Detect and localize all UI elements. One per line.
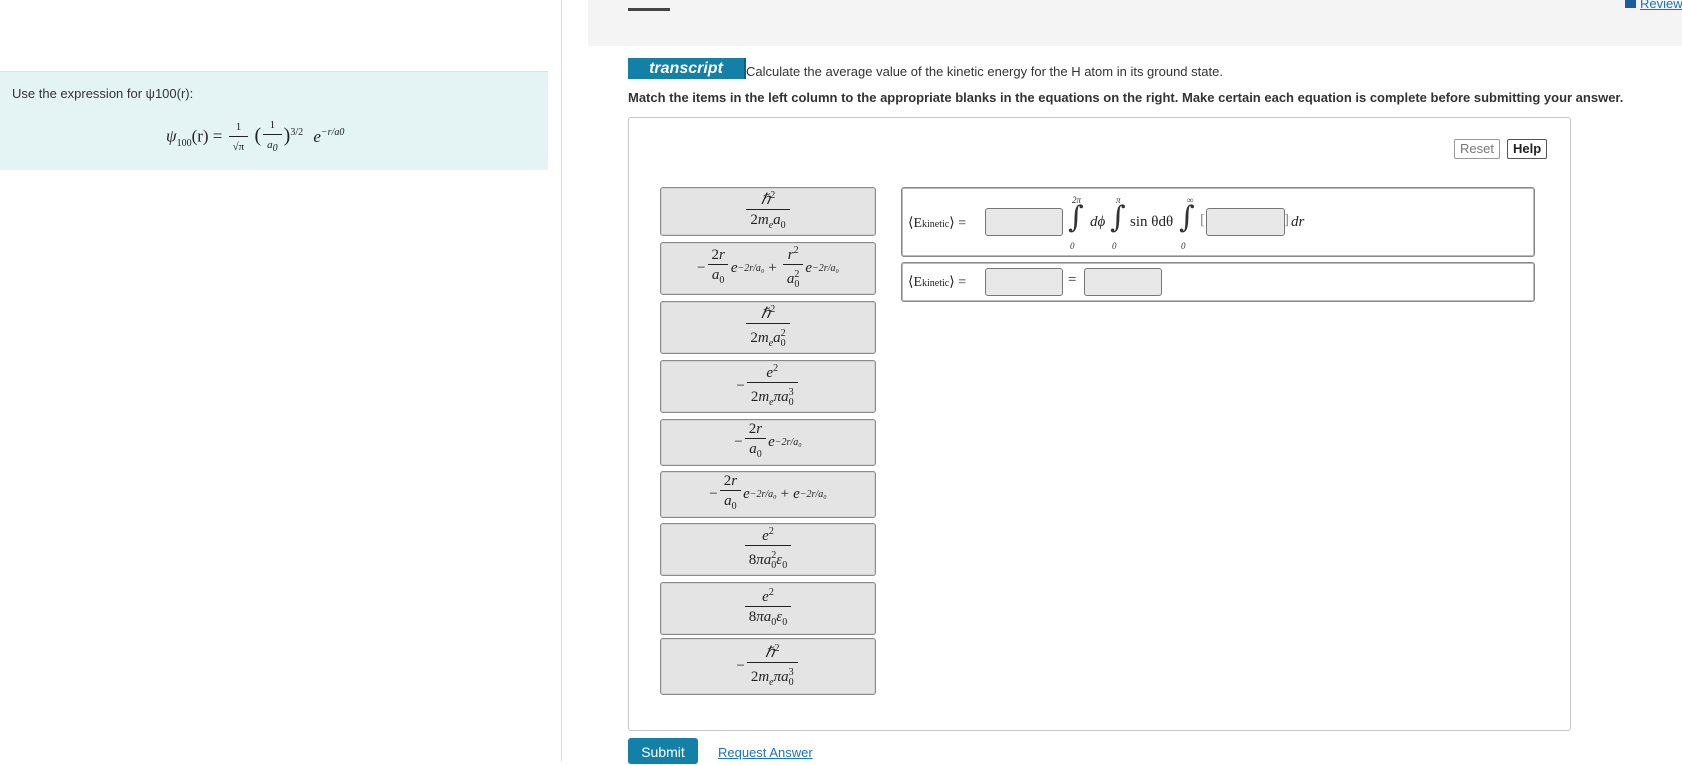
review-link[interactable]: Review: [1625, 0, 1682, 11]
drop-target-1[interactable]: [985, 208, 1063, 236]
hint-text: Use the expression for ψ100(r):: [12, 86, 194, 101]
help-button[interactable]: Help: [1507, 139, 1548, 159]
drop-target-4[interactable]: [1084, 268, 1162, 296]
answer-tile[interactable]: e2 8πa02ε0: [660, 523, 876, 576]
kinetic-energy-label: ⟨Ekinetic⟩ =: [908, 216, 967, 231]
request-answer-link[interactable]: Request Answer: [718, 745, 813, 760]
d-phi: dϕ: [1090, 214, 1106, 230]
integral-sign: ∫: [1068, 200, 1084, 235]
bracket-open: [: [1200, 212, 1205, 228]
answer-tile[interactable]: ℏ2 2mea02: [660, 301, 876, 354]
answer-tile[interactable]: −2r a0 e −2r/a₀ + e −2r/a₀: [660, 471, 876, 518]
equation-row-2: ⟨Ekinetic⟩ = =: [901, 262, 1535, 302]
answer-tile[interactable]: − e2 2meπa03: [660, 360, 876, 413]
equation-row-1: ⟨Ekinetic⟩ = 2π ∫ 0 dϕ π ∫ 0 sin θdθ ∞ ∫…: [901, 187, 1535, 257]
answer-tile[interactable]: − ℏ2 2meπa03: [660, 638, 876, 695]
reset-button[interactable]: Reset: [1454, 139, 1500, 159]
integral-sign: ∫: [1110, 200, 1126, 235]
answer-tile[interactable]: ℏ2 2mea0: [660, 187, 876, 236]
kinetic-energy-label: ⟨Ekinetic⟩ =: [908, 275, 967, 290]
hint-formula: ψ100(r) = 1 √π (1 a0)3/2 e−r/a0: [166, 116, 344, 159]
dr: dr: [1291, 214, 1305, 230]
transcript-badge[interactable]: transcript: [628, 58, 746, 79]
submit-button[interactable]: Submit: [628, 738, 698, 764]
top-band: [588, 0, 1682, 46]
drop-target-2[interactable]: [1206, 208, 1285, 236]
answer-tile[interactable]: −2r a0 e −2r/a₀ + r2 a02 e −2r/a₀: [660, 242, 876, 295]
hint-panel: Use the expression for ψ100(r): ψ100(r) …: [0, 71, 548, 170]
equals-sign: =: [1068, 272, 1077, 288]
bracket-close: ]: [1284, 212, 1289, 228]
answer-tile[interactable]: −2r a0 e −2r/a₀: [660, 419, 876, 466]
sin-theta-term: sin θdθ: [1130, 214, 1174, 230]
matching-area: Reset Help ℏ2 2mea0 −2r a0 e −2r/a₀ + r2 a02 e −2…: [628, 117, 1571, 731]
drop-target-3[interactable]: [985, 268, 1063, 296]
column-divider: [561, 0, 562, 761]
instructions: Match the items in the left column to th…: [628, 90, 1624, 105]
theta-lower-limit: 0: [1112, 241, 1117, 251]
r-lower-limit: 0: [1181, 241, 1186, 251]
integral-sign: ∫: [1179, 200, 1195, 235]
answer-tile[interactable]: e2 8πa0ε0: [660, 582, 876, 635]
phi-lower-limit: 0: [1070, 241, 1075, 251]
question-text: Calculate the average value of the kinet…: [746, 64, 1223, 79]
cut-off-heading: [628, 8, 670, 11]
